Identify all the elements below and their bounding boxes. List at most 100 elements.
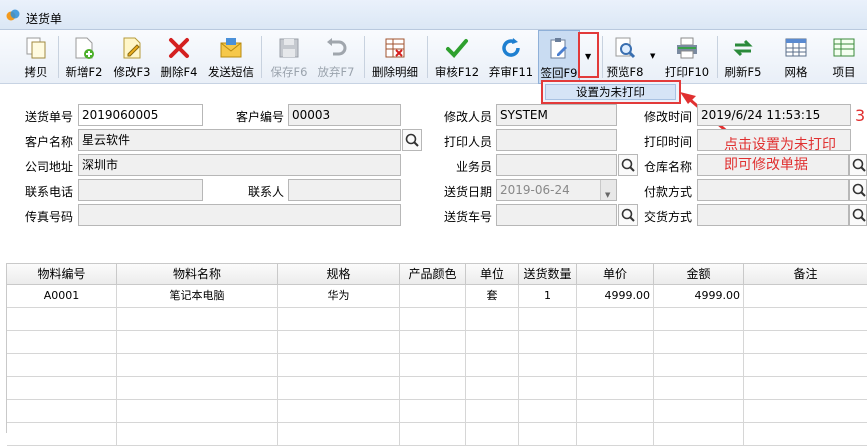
empty-cell[interactable] — [466, 331, 519, 354]
date-dropdown-button[interactable]: ▼ — [600, 180, 616, 200]
cell-spec[interactable]: 华为 — [278, 285, 400, 308]
empty-cell[interactable] — [744, 423, 867, 446]
empty-cell[interactable] — [519, 308, 577, 331]
empty-cell[interactable] — [117, 400, 278, 423]
salesman-field[interactable] — [496, 154, 617, 176]
salesman-search-button[interactable] — [618, 154, 638, 176]
contact-field[interactable] — [288, 179, 401, 201]
empty-cell[interactable] — [466, 400, 519, 423]
unapprove-button[interactable]: 弃审F11 — [486, 30, 536, 84]
column-header[interactable]: 金额 — [654, 263, 744, 285]
empty-cell[interactable] — [654, 377, 744, 400]
vehicle-field[interactable] — [496, 204, 617, 226]
cell-material-name[interactable]: 笔记本电脑 — [117, 285, 278, 308]
empty-cell[interactable] — [278, 400, 400, 423]
fax-field[interactable] — [78, 204, 401, 226]
empty-cell[interactable] — [519, 400, 577, 423]
empty-cell[interactable] — [519, 354, 577, 377]
delivery-no-field[interactable]: 2019060005 — [78, 104, 203, 126]
empty-cell[interactable] — [744, 354, 867, 377]
empty-cell[interactable] — [654, 308, 744, 331]
empty-cell[interactable] — [654, 400, 744, 423]
empty-cell[interactable] — [7, 400, 117, 423]
empty-cell[interactable] — [278, 354, 400, 377]
cell-amount[interactable]: 4999.00 — [654, 285, 744, 308]
empty-cell[interactable] — [466, 308, 519, 331]
empty-cell[interactable] — [744, 308, 867, 331]
empty-cell[interactable] — [466, 354, 519, 377]
customer-name-field[interactable]: 星云软件 — [78, 129, 401, 151]
empty-cell[interactable] — [400, 331, 466, 354]
empty-cell[interactable] — [654, 354, 744, 377]
empty-cell[interactable] — [7, 308, 117, 331]
empty-cell[interactable] — [744, 331, 867, 354]
payment-search-button[interactable] — [849, 179, 867, 201]
sign-back-dropdown-button[interactable]: ▼ — [578, 32, 599, 78]
empty-cell[interactable] — [466, 423, 519, 446]
sign-back-button[interactable]: 签回F9 — [538, 30, 580, 84]
empty-cell[interactable] — [117, 377, 278, 400]
modifier-field[interactable]: SYSTEM — [496, 104, 617, 126]
company-address-field[interactable]: 深圳市 — [78, 154, 401, 176]
empty-cell[interactable] — [278, 377, 400, 400]
delete-button[interactable]: 删除F4 — [157, 30, 201, 84]
printer-field[interactable] — [496, 129, 617, 151]
refresh-button[interactable]: 刷新F5 — [722, 30, 764, 84]
print-button[interactable]: 打印F10 — [663, 30, 711, 84]
empty-cell[interactable] — [400, 377, 466, 400]
project-button[interactable]: 项目 — [824, 30, 864, 84]
preview-dropdown-icon[interactable]: ▼ — [650, 52, 655, 60]
empty-cell[interactable] — [117, 423, 278, 446]
grid-button[interactable]: 网格 — [776, 30, 816, 84]
phone-field[interactable] — [78, 179, 203, 201]
empty-cell[interactable] — [117, 331, 278, 354]
empty-cell[interactable] — [519, 331, 577, 354]
delete-detail-button[interactable]: 删除明细 — [368, 30, 422, 84]
column-header[interactable]: 产品颜色 — [400, 263, 466, 285]
empty-cell[interactable] — [577, 423, 654, 446]
empty-cell[interactable] — [278, 331, 400, 354]
empty-cell[interactable] — [400, 354, 466, 377]
copy-button[interactable]: 拷贝 — [18, 30, 54, 84]
empty-cell[interactable] — [577, 400, 654, 423]
payment-field[interactable] — [697, 179, 849, 201]
empty-cell[interactable] — [400, 423, 466, 446]
empty-cell[interactable] — [466, 377, 519, 400]
empty-cell[interactable] — [577, 377, 654, 400]
empty-cell[interactable] — [117, 308, 278, 331]
save-button[interactable]: 保存F6 — [267, 30, 311, 84]
trade-field[interactable] — [697, 204, 849, 226]
column-header[interactable]: 送货数量 — [519, 263, 577, 285]
column-header[interactable]: 物料编号 — [7, 263, 117, 285]
empty-cell[interactable] — [278, 308, 400, 331]
empty-cell[interactable] — [400, 308, 466, 331]
cell-unit[interactable]: 套 — [466, 285, 519, 308]
delivery-date-field[interactable]: 2019-06-24 ▼ — [496, 179, 617, 201]
column-header[interactable]: 物料名称 — [117, 263, 278, 285]
new-button[interactable]: 新增F2 — [62, 30, 106, 84]
empty-cell[interactable] — [654, 331, 744, 354]
empty-cell[interactable] — [744, 400, 867, 423]
customer-no-field[interactable]: 00003 — [288, 104, 401, 126]
column-header[interactable]: 规格 — [278, 263, 400, 285]
empty-cell[interactable] — [577, 331, 654, 354]
empty-cell[interactable] — [577, 308, 654, 331]
empty-cell[interactable] — [519, 377, 577, 400]
cell-remark[interactable] — [744, 285, 867, 308]
empty-cell[interactable] — [278, 423, 400, 446]
column-header[interactable]: 单价 — [577, 263, 654, 285]
cell-color[interactable] — [400, 285, 466, 308]
empty-cell[interactable] — [117, 354, 278, 377]
trade-search-button[interactable] — [849, 204, 867, 226]
column-header[interactable]: 单位 — [466, 263, 519, 285]
modify-button[interactable]: 修改F3 — [110, 30, 154, 84]
empty-cell[interactable] — [577, 354, 654, 377]
cell-quantity[interactable]: 1 — [519, 285, 577, 308]
send-sms-button[interactable]: 发送短信 — [205, 30, 257, 84]
preview-button[interactable]: 预览F8 — [604, 30, 646, 84]
customer-search-button[interactable] — [402, 129, 422, 151]
column-header[interactable]: 备注 — [744, 263, 867, 285]
approve-button[interactable]: 审核F12 — [432, 30, 482, 84]
warehouse-search-button[interactable] — [849, 154, 867, 176]
discard-button[interactable]: 放弃F7 — [314, 30, 358, 84]
